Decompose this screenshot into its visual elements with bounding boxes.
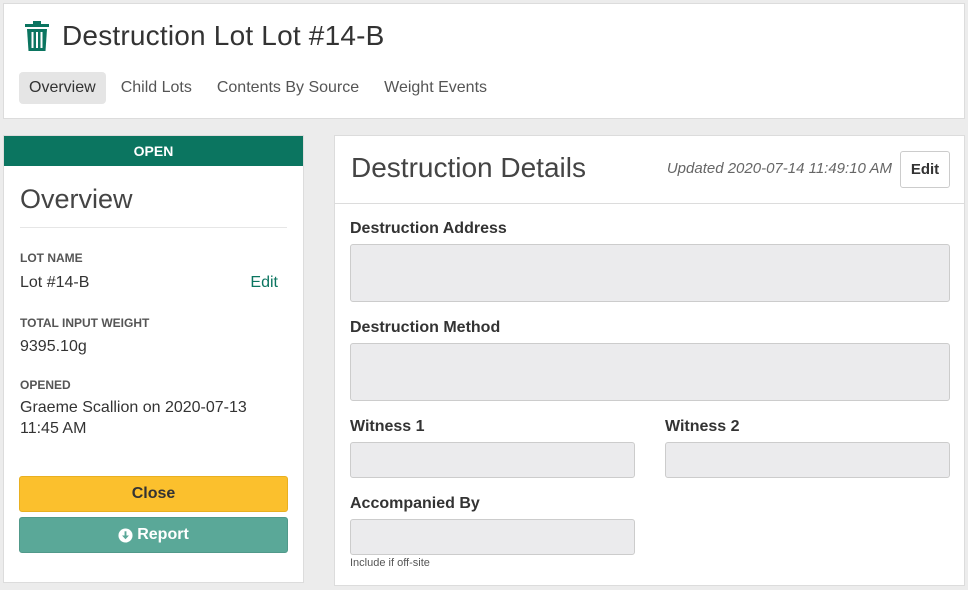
edit-details-button[interactable]: Edit	[900, 151, 950, 188]
status-badge: OPEN	[4, 136, 303, 166]
page-header: Destruction Lot Lot #14-B Overview Child…	[3, 3, 965, 119]
destruction-address-label: Destruction Address	[350, 220, 507, 237]
accompanied-by-field[interactable]	[350, 519, 635, 555]
edit-lot-name-link[interactable]: Edit	[250, 274, 278, 292]
destruction-address-field[interactable]	[350, 244, 950, 302]
page-title: Destruction Lot Lot #14-B	[62, 20, 385, 51]
witness-1-field[interactable]	[350, 442, 635, 478]
details-title: Destruction Details	[351, 152, 586, 183]
opened-label: OPENED	[20, 378, 71, 392]
destruction-method-field[interactable]	[350, 343, 950, 401]
tab-weight-events[interactable]: Weight Events	[374, 72, 497, 104]
report-button-label: Report	[137, 526, 189, 543]
total-input-weight-value: 9395.10g	[20, 338, 87, 355]
overview-card: OPEN Overview LOT NAME Lot #14-B Edit TO…	[3, 135, 304, 583]
trash-icon	[25, 21, 49, 51]
close-button[interactable]: Close	[19, 476, 288, 512]
tab-overview[interactable]: Overview	[19, 72, 106, 104]
tab-bar: Overview Child Lots Contents By Source W…	[19, 72, 502, 104]
total-input-weight-label: TOTAL INPUT WEIGHT	[20, 316, 150, 330]
title-row: Destruction Lot Lot #14-B	[24, 20, 385, 52]
witness-2-label: Witness 2	[665, 418, 740, 435]
details-header: Destruction Details Updated 2020-07-14 1…	[335, 136, 964, 204]
destruction-details-card: Destruction Details Updated 2020-07-14 1…	[334, 135, 965, 586]
overview-heading: Overview	[20, 184, 287, 228]
opened-value: Graeme Scallion on 2020-07-13 11:45 AM	[20, 399, 247, 437]
witness-2-field[interactable]	[665, 442, 950, 478]
download-circle-icon	[118, 527, 133, 543]
accompanied-by-label: Accompanied By	[350, 495, 480, 512]
witness-1-label: Witness 1	[350, 418, 425, 435]
report-button[interactable]: Report	[19, 517, 288, 553]
lot-name-label: LOT NAME	[20, 251, 83, 265]
destruction-method-label: Destruction Method	[350, 319, 501, 336]
updated-timestamp: Updated 2020-07-14 11:49:10 AM	[666, 160, 892, 177]
tab-contents-by-source[interactable]: Contents By Source	[207, 72, 369, 104]
lot-name-value: Lot #14-B	[20, 274, 90, 291]
tab-child-lots[interactable]: Child Lots	[111, 72, 202, 104]
accompanied-by-help: Include if off-site	[350, 557, 430, 569]
